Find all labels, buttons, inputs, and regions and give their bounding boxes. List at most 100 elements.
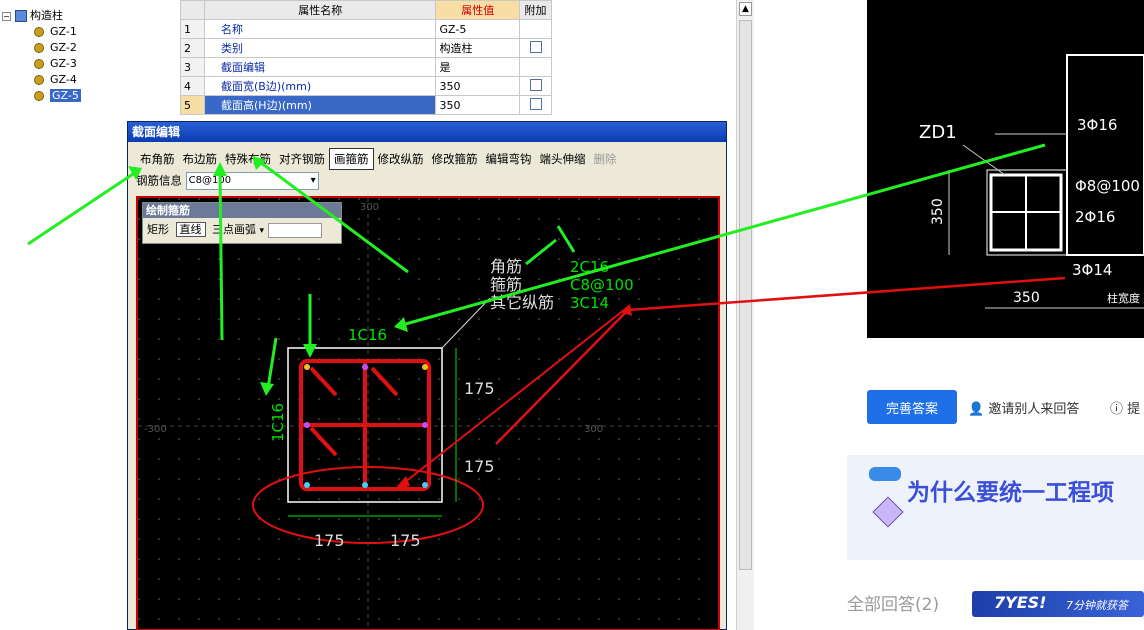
component-icon <box>34 43 44 53</box>
rebar-info-select[interactable]: C8@100 <box>185 172 319 190</box>
tree-item-label: GZ-4 <box>50 73 77 86</box>
mode-arc[interactable]: 三点画弧 <box>212 223 256 236</box>
cad-image: ZD1 3Φ16 Φ8@100 2Φ16 3Φ14 350 350 柱宽度 <box>867 0 1144 338</box>
yes-badge[interactable]: 7YES! 7分钟就获答 <box>972 591 1144 617</box>
table-row[interactable]: 1 名称 GZ-5 <box>180 19 552 39</box>
extra-cell <box>519 57 552 77</box>
rebar-info-label: 钢筋信息 <box>136 173 182 188</box>
extra-cell <box>519 19 552 39</box>
bottom-bar[interactable] <box>362 482 368 488</box>
tool-corner-bar[interactable]: 布角筋 <box>136 149 179 169</box>
component-tree: − 构造柱 GZ-1 GZ-2 GZ-3 GZ-4 GZ-5 <box>0 0 175 120</box>
header-extra: 附加 <box>519 0 552 20</box>
draw-stirrup-palette: 绘制箍筋 矩形 直线 三点画弧 ▾ <box>142 202 342 244</box>
tool-modify-long[interactable]: 修改纵筋 <box>374 149 428 169</box>
table-row[interactable]: 3 截面编辑 是 <box>180 57 552 77</box>
mode-rect[interactable]: 矩形 <box>147 223 169 236</box>
prop-name: 截面高(H边)(mm) <box>203 95 437 115</box>
cad-stirrup-label: Φ8@100 <box>1075 177 1140 195</box>
drone-icon <box>861 463 909 533</box>
cad-dim-label: 柱宽度 <box>1107 291 1140 305</box>
cad-leader <box>962 144 1006 176</box>
bottom-bar[interactable] <box>304 482 310 488</box>
info-icon: ⓘ <box>1110 402 1124 417</box>
complete-answer-button[interactable]: 完善答案 <box>867 390 957 424</box>
tips-link[interactable]: ⓘ 提 <box>1110 398 1140 417</box>
tool-align-bar[interactable]: 对齐钢筋 <box>275 149 329 169</box>
tree-item[interactable]: GZ-2 <box>34 40 77 56</box>
ruler-right: 300 <box>584 424 603 435</box>
dim-h1: 175 <box>464 379 495 398</box>
tree-item[interactable]: GZ-4 <box>34 72 77 88</box>
tree-root-label: 构造柱 <box>30 9 63 22</box>
scroll-up-icon[interactable]: ▲ <box>739 2 752 16</box>
bottom-bar[interactable] <box>422 482 428 488</box>
section-canvas[interactable]: -300 300 300 175 175 175 175 1C16 1C16 角… <box>136 196 720 630</box>
tool-edge-bar[interactable]: 布边筋 <box>179 149 222 169</box>
prop-value[interactable]: 350 <box>435 76 520 96</box>
edge-bar[interactable] <box>304 422 310 428</box>
header-value: 属性值 <box>435 0 520 20</box>
tree-item[interactable]: GZ-1 <box>34 24 77 40</box>
stirrup-label: 箍筋 <box>490 275 522 294</box>
prop-value[interactable]: 350 <box>435 95 520 115</box>
toolbar: 布角筋 布边筋 特殊布筋 对齐钢筋 画箍筋 修改纵筋 修改箍筋 编辑弯钩 端头伸缩 删除 <box>136 148 720 170</box>
vertical-scrollbar[interactable]: ▲ <box>736 0 754 630</box>
cad-bottom-bar: 3Φ14 <box>1072 261 1112 279</box>
palette-select[interactable] <box>267 222 322 238</box>
cad-drawing: ZD1 3Φ16 Φ8@100 2Φ16 3Φ14 350 350 柱宽度 <box>919 54 1144 309</box>
invite-label: 邀请别人来回答 <box>988 402 1080 417</box>
chevron-down-icon[interactable]: ▾ <box>260 226 265 236</box>
tool-delete: 删除 <box>593 152 617 166</box>
prop-name: 截面宽(B边)(mm) <box>203 76 437 96</box>
user-icon: 👤 <box>968 402 985 417</box>
section-drawing[interactable]: -300 300 300 175 175 175 175 1C16 1C16 角… <box>138 198 718 629</box>
left-edge-label: 1C16 <box>269 403 287 442</box>
top-edge-label: 1C16 <box>348 326 387 344</box>
tool-special-bar[interactable]: 特殊布筋 <box>221 149 275 169</box>
tree-item[interactable]: GZ-3 <box>34 56 77 72</box>
promo-banner[interactable]: 为什么要统一工程项 <box>847 455 1144 560</box>
ruler-top: 300 <box>360 202 379 213</box>
table-row[interactable]: 2 类别 构造柱 <box>180 38 552 58</box>
cad-side-bar: 2Φ16 <box>1075 208 1115 226</box>
all-answers-count: 全部回答(2) <box>847 595 940 615</box>
invite-link[interactable]: 👤 邀请别人来回答 <box>968 398 1079 417</box>
other-value: 3C14 <box>570 294 609 312</box>
prop-name: 截面编辑 <box>203 57 437 77</box>
row-num: 5 <box>180 95 205 115</box>
corner-bar[interactable] <box>422 364 428 370</box>
mode-line[interactable]: 直线 <box>175 222 206 237</box>
tree-item-label: GZ-1 <box>50 25 77 38</box>
yes-logo: 7YES! <box>994 593 1047 612</box>
corner-bar[interactable] <box>304 364 310 370</box>
edge-bar[interactable] <box>362 364 368 370</box>
prop-value[interactable]: 构造柱 <box>435 38 520 58</box>
tool-end-extend[interactable]: 端头伸缩 <box>536 149 590 169</box>
tree-item-selected[interactable]: GZ-5 <box>34 88 81 104</box>
component-icon <box>34 27 44 37</box>
palette-title: 绘制箍筋 <box>143 203 341 218</box>
tool-edit-hook[interactable]: 编辑弯钩 <box>482 149 536 169</box>
table-row-selected[interactable]: 5 截面高(H边)(mm) 350 <box>180 95 552 115</box>
table-row[interactable]: 4 截面宽(B边)(mm) 350 <box>180 76 552 96</box>
tool-draw-stirrup[interactable]: 画箍筋 <box>329 148 374 170</box>
cad-dim-v-label: 350 <box>930 198 946 225</box>
extra-checkbox[interactable] <box>529 97 542 110</box>
prop-value[interactable]: 是 <box>435 57 520 77</box>
section-edit-dialog: 截面编辑 布角筋 布边筋 特殊布筋 对齐钢筋 画箍筋 修改纵筋 修改箍筋 编辑弯钩 端头伸缩 删除… <box>127 121 727 630</box>
row-num: 1 <box>180 19 205 39</box>
prop-name: 名称 <box>203 19 437 39</box>
scroll-thumb[interactable] <box>739 20 752 570</box>
extra-checkbox[interactable] <box>529 78 542 91</box>
edge-bar[interactable] <box>422 422 428 428</box>
prop-value[interactable]: GZ-5 <box>435 19 520 39</box>
collapse-icon[interactable]: − <box>2 12 11 21</box>
extra-checkbox[interactable] <box>529 40 542 53</box>
banner-text: 为什么要统一工程项 <box>907 480 1114 506</box>
row-num: 3 <box>180 57 205 77</box>
tree-root[interactable]: − 构造柱 <box>2 8 63 24</box>
tool-modify-stirrup[interactable]: 修改箍筋 <box>428 149 482 169</box>
prop-name: 类别 <box>203 38 437 58</box>
header-name: 属性名称 <box>203 0 437 20</box>
